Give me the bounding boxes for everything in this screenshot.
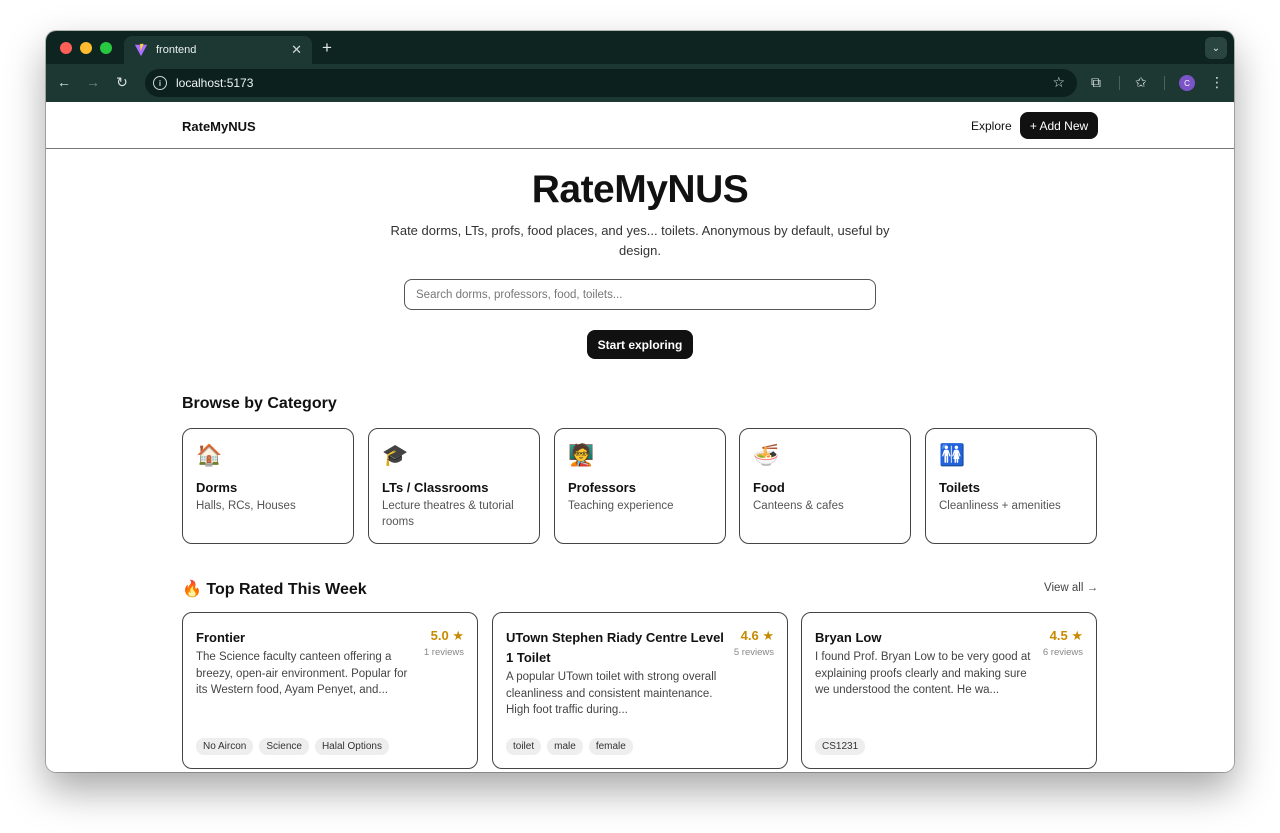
review-count: 5 reviews [733,647,774,658]
review-count: 1 reviews [423,647,464,658]
site-info-icon[interactable]: i [153,76,167,90]
rating-score: 4.5 ★ [1049,628,1083,643]
category-card-lts[interactable]: 🎓 LTs / Classrooms Lecture theatres & tu… [368,428,540,544]
tag: Science [259,738,309,755]
tag: female [588,738,633,755]
top-rated-card[interactable]: Bryan Low 4.5 ★ 6 reviews I found Prof. … [801,612,1097,769]
card-tags: toilet male female [506,738,633,755]
noodle-bowl-icon: 🍜 [753,444,780,467]
card-rating: 4.5 ★ 6 reviews [1043,628,1083,658]
close-window-button[interactable] [60,42,72,54]
site-brand[interactable]: RateMyNUS [182,119,256,134]
new-tab-icon[interactable]: + [322,38,332,58]
browser-tab[interactable]: frontend ✕ [124,36,312,64]
reading-list-icon[interactable]: ✩ [1135,74,1147,91]
category-name: LTs / Classrooms [382,480,489,495]
reload-icon[interactable]: ↻ [113,74,131,91]
category-desc: Lecture theatres & tutorial rooms [382,500,514,528]
top-rated-card[interactable]: UTown Stephen Riady Centre Level 1 Toile… [492,612,788,769]
card-rating: 5.0 ★ 1 reviews [424,628,464,658]
category-card-food[interactable]: 🍜 Food Canteens & cafes [739,428,911,544]
minimize-window-button[interactable] [80,42,92,54]
category-desc: Halls, RCs, Houses [196,500,296,512]
close-tab-icon[interactable]: ✕ [291,42,302,58]
bookmark-star-icon[interactable]: ☆ [1052,74,1065,91]
site-header: RateMyNUS Explore + Add New [46,102,1234,149]
top-rated-heading: 🔥 Top Rated This Week [182,581,367,598]
top-rated-card[interactable]: Frontier 5.0 ★ 1 reviews The Science fac… [182,612,478,769]
restroom-icon: 🚻 [939,444,966,467]
address-toolbar: ← → ↻ i localhost:5173 ☆ ⧉ ✩ C ⋮ [46,64,1234,102]
tag: male [547,738,583,755]
card-title: UTown Stephen Riady Centre Level 1 Toile… [506,630,724,665]
card-description: I found Prof. Bryan Low to be very good … [815,651,1031,696]
category-name: Professors [568,480,636,495]
tab-bar: frontend ✕ + ⌄ [46,31,1234,64]
profile-avatar[interactable]: C [1179,75,1195,91]
category-name: Food [753,480,785,495]
graduation-cap-icon: 🎓 [382,444,409,467]
page-content: RateMyNUS Explore + Add New RateMyNUS Ra… [46,102,1234,772]
url-text: localhost:5173 [176,76,254,90]
card-title: Bryan Low [815,630,882,645]
tab-title: frontend [156,44,197,56]
toolbar-divider [1164,76,1165,90]
review-count: 6 reviews [1042,647,1083,658]
hero-title: RateMyNUS [531,168,749,211]
extensions-icon[interactable]: ⧉ [1091,74,1101,91]
category-desc: Canteens & cafes [753,500,844,512]
hero-subtitle: Rate dorms, LTs, profs, food places, and… [390,223,890,258]
toolbar-divider [1119,76,1120,90]
nav-explore-link[interactable]: Explore [971,119,1012,133]
address-bar[interactable]: i localhost:5173 ☆ [145,69,1077,97]
category-card-professors[interactable]: 🧑‍🏫 Professors Teaching experience [554,428,726,544]
browse-category-heading: Browse by Category [182,395,337,412]
card-tags: CS1231 [815,738,866,755]
rating-score: 5.0 ★ [430,628,464,643]
start-exploring-button[interactable]: Start exploring [587,330,693,359]
search-input[interactable] [404,279,876,310]
category-card-toilets[interactable]: 🚻 Toilets Cleanliness + amenities [925,428,1097,544]
teacher-icon: 🧑‍🏫 [568,444,595,467]
vite-icon [134,43,148,57]
forward-arrow-icon[interactable]: → [84,74,102,90]
back-arrow-icon[interactable]: ← [55,74,73,90]
card-description: The Science faculty canteen offering a b… [196,651,408,696]
tag: CS1231 [815,738,866,755]
card-description: A popular UTown toilet with strong overa… [506,671,717,716]
window-controls [60,42,112,54]
card-tags: No Aircon Science Halal Options [196,738,389,755]
maximize-window-button[interactable] [100,42,112,54]
category-name: Toilets [939,480,980,495]
rating-score: 4.6 ★ [740,628,774,643]
category-desc: Cleanliness + amenities [939,500,1061,512]
browser-window: frontend ✕ + ⌄ ← → ↻ i localhost:5173 ☆ … [46,31,1234,772]
view-all-link[interactable]: View all → [1044,582,1098,594]
tag: No Aircon [196,738,254,755]
card-rating: 4.6 ★ 5 reviews [734,628,774,658]
category-card-dorms[interactable]: 🏠 Dorms Halls, RCs, Houses [182,428,354,544]
house-icon: 🏠 [196,444,223,467]
tab-search-icon[interactable]: ⌄ [1205,37,1227,59]
tag: toilet [506,738,542,755]
card-title: Frontier [196,630,246,645]
more-menu-icon[interactable]: ⋮ [1210,74,1224,91]
category-desc: Teaching experience [568,500,674,512]
category-name: Dorms [196,480,238,495]
add-new-button[interactable]: + Add New [1020,112,1098,139]
tag: Halal Options [314,738,389,755]
